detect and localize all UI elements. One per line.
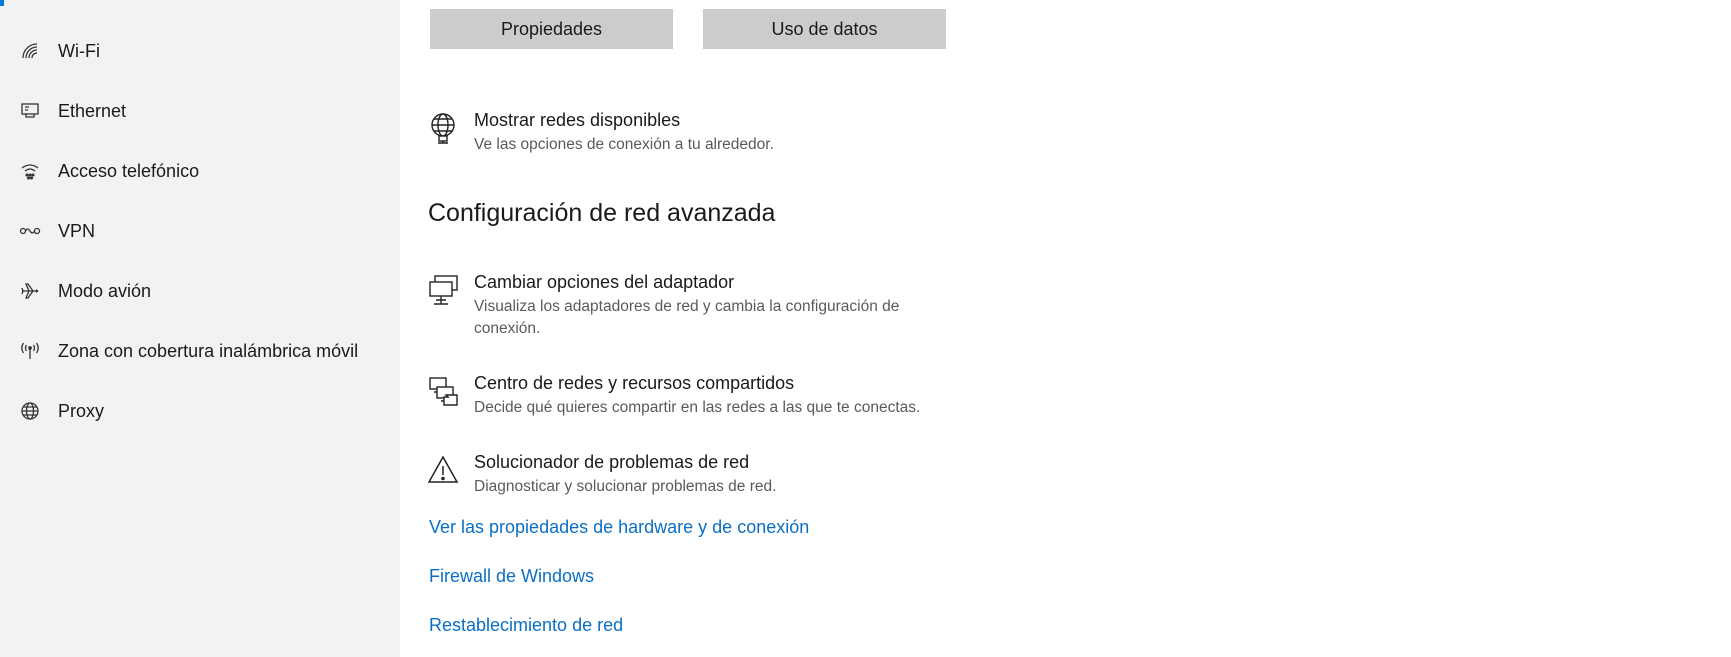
option-title: Centro de redes y recursos compartidos: [474, 373, 795, 393]
option-title: Mostrar redes disponibles: [474, 110, 681, 130]
globe-network-icon: [428, 112, 460, 144]
network-sharing-center[interactable]: Centro de redes y recursos compartidos D…: [428, 373, 988, 419]
network-troubleshooter[interactable]: Solucionador de problemas de red Diagnos…: [428, 452, 988, 498]
selection-accent: [0, 0, 4, 6]
sidebar-item-label: Modo avión: [58, 280, 152, 301]
option-description: Visualiza los adaptadores de red y cambi…: [474, 298, 900, 337]
change-adapter-options[interactable]: Cambiar opciones del adaptador Visualiza…: [428, 272, 988, 338]
main-content: Propiedades Uso de datos Mostrar redes d…: [400, 0, 1731, 657]
airplane-icon: [19, 280, 41, 302]
option-title: Cambiar opciones del adaptador: [474, 272, 735, 292]
sidebar-item-label: Ethernet: [58, 100, 127, 121]
ethernet-icon: [19, 100, 41, 122]
sharing-center-icon: [428, 375, 460, 407]
sidebar-item-proxy[interactable]: Proxy: [0, 387, 400, 435]
option-description: Diagnosticar y solucionar problemas de r…: [474, 478, 777, 495]
dialup-icon: [19, 160, 41, 182]
warning-icon: [428, 454, 460, 486]
sidebar-item-dialup[interactable]: Acceso telefónico: [0, 147, 400, 195]
globe-icon: [19, 400, 41, 422]
vpn-icon: [19, 220, 41, 242]
sidebar-item-hotspot[interactable]: Zona con cobertura inalámbrica móvil: [0, 327, 400, 375]
network-reset-link[interactable]: Restablecimiento de red: [429, 615, 623, 636]
sidebar-item-label: Proxy: [58, 400, 105, 421]
option-description: Ve las opciones de conexión a tu alreded…: [474, 136, 774, 153]
hardware-connection-properties-link[interactable]: Ver las propiedades de hardware y de con…: [429, 517, 809, 538]
option-title: Solucionador de problemas de red: [474, 452, 750, 472]
show-available-networks-option[interactable]: Mostrar redes disponibles Ve las opcione…: [428, 110, 988, 156]
wifi-icon: [19, 40, 41, 62]
sidebar-item-vpn[interactable]: VPN: [0, 207, 400, 255]
windows-firewall-link[interactable]: Firewall de Windows: [429, 566, 594, 587]
option-description: Decide qué quieres compartir en las rede…: [474, 399, 921, 416]
section-title: Configuración de red avanzada: [428, 199, 776, 227]
sidebar-item-label: Zona con cobertura inalámbrica móvil: [58, 340, 359, 361]
network-adapter-icon: [428, 274, 460, 306]
sidebar-item-wifi[interactable]: Wi-Fi: [0, 27, 400, 75]
sidebar-item-label: VPN: [58, 220, 96, 241]
hotspot-icon: [19, 340, 41, 362]
sidebar-item-label: Wi-Fi: [58, 40, 100, 61]
properties-button[interactable]: Propiedades: [430, 9, 673, 49]
sidebar: Wi-Fi Ethernet Acceso telefónico VPN Mod…: [0, 0, 400, 657]
data-usage-button[interactable]: Uso de datos: [703, 9, 946, 49]
sidebar-item-ethernet[interactable]: Ethernet: [0, 87, 400, 135]
sidebar-item-label: Acceso telefónico: [58, 160, 200, 181]
sidebar-item-airplane[interactable]: Modo avión: [0, 267, 400, 315]
